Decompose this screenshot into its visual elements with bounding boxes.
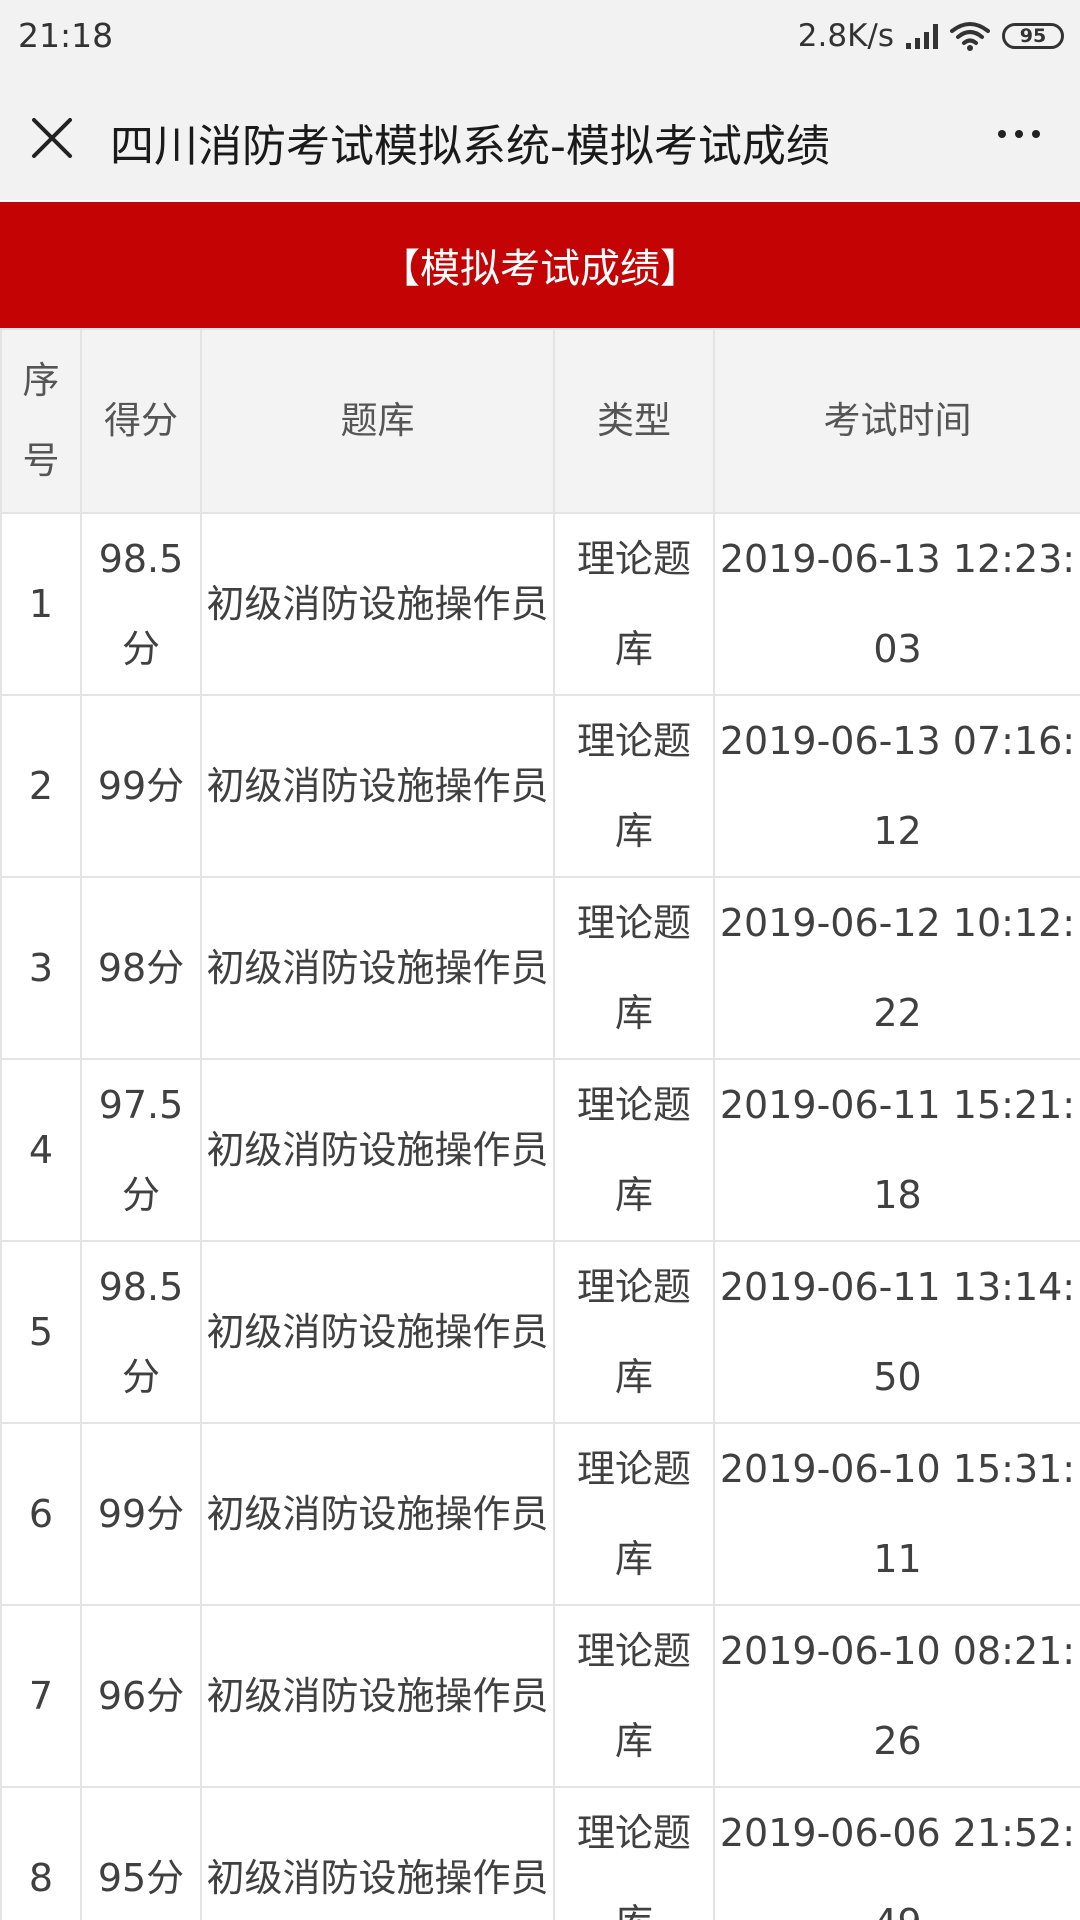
- status-bar: 21:18 2.8K/s 95: [0, 0, 1080, 76]
- cell-time: 2019-06-11 13:14:50: [713, 1240, 1080, 1424]
- cell-index: 8: [0, 1786, 82, 1920]
- cell-bank: 初级消防设施操作员: [200, 512, 555, 696]
- cell-type: 理论题库: [553, 1422, 715, 1606]
- cell-time: 2019-06-11 15:21:18: [713, 1058, 1080, 1242]
- cell-bank: 初级消防设施操作员: [200, 1786, 555, 1920]
- battery-icon: 95: [1002, 23, 1064, 49]
- cell-score: 99分: [80, 1422, 202, 1606]
- cell-score: 97.5分: [80, 1058, 202, 1242]
- cell-index: 7: [0, 1604, 82, 1788]
- wifi-icon: [950, 22, 990, 51]
- cell-bank: 初级消防设施操作员: [200, 876, 555, 1060]
- table-row: 8 95分 初级消防设施操作员 理论题库 2019-06-06 21:52:49: [0, 1786, 1080, 1920]
- table-row: 6 99分 初级消防设施操作员 理论题库 2019-06-10 15:31:11: [0, 1422, 1080, 1606]
- cell-type: 理论题库: [553, 1786, 715, 1920]
- cell-time: 2019-06-13 07:16:12: [713, 694, 1080, 878]
- cell-type: 理论题库: [553, 876, 715, 1060]
- cell-time: 2019-06-10 08:21:26: [713, 1604, 1080, 1788]
- cell-index: 6: [0, 1422, 82, 1606]
- status-icons: 2.8K/s 95: [798, 14, 1064, 58]
- cell-bank: 初级消防设施操作员: [200, 1240, 555, 1424]
- cell-time: 2019-06-12 10:12:22: [713, 876, 1080, 1060]
- close-icon[interactable]: [30, 116, 74, 160]
- cell-score: 96分: [80, 1604, 202, 1788]
- cell-index: 3: [0, 876, 82, 1060]
- cell-type: 理论题库: [553, 1240, 715, 1424]
- cell-bank: 初级消防设施操作员: [200, 694, 555, 878]
- cell-time: 2019-06-10 15:31:11: [713, 1422, 1080, 1606]
- page-title: 四川消防考试模拟系统-模拟考试成绩: [110, 121, 830, 172]
- results-table-container[interactable]: 序号 得分 题库 类型 考试时间 1 98.5分 初级消防设施操作员 理论题库 …: [0, 328, 1080, 1920]
- table-row: 5 98.5分 初级消防设施操作员 理论题库 2019-06-11 13:14:…: [0, 1240, 1080, 1424]
- cell-index: 4: [0, 1058, 82, 1242]
- cell-score: 98分: [80, 876, 202, 1060]
- header-type: 类型: [553, 328, 715, 514]
- cell-bank: 初级消防设施操作员: [200, 1604, 555, 1788]
- cell-time: 2019-06-13 12:23:03: [713, 512, 1080, 696]
- cell-score: 98.5分: [80, 1240, 202, 1424]
- cell-bank: 初级消防设施操作员: [200, 1422, 555, 1606]
- table-row: 2 99分 初级消防设施操作员 理论题库 2019-06-13 07:16:12: [0, 694, 1080, 878]
- cell-type: 理论题库: [553, 1604, 715, 1788]
- cell-score: 95分: [80, 1786, 202, 1920]
- cell-type: 理论题库: [553, 694, 715, 878]
- network-speed: 2.8K/s: [797, 18, 894, 54]
- results-table: 序号 得分 题库 类型 考试时间 1 98.5分 初级消防设施操作员 理论题库 …: [0, 328, 1080, 1920]
- title-bar: 四川消防考试模拟系统-模拟考试成绩: [0, 76, 1080, 200]
- cell-score: 98.5分: [80, 512, 202, 696]
- signal-icon: [906, 23, 938, 49]
- cell-time: 2019-06-06 21:52:49: [713, 1786, 1080, 1920]
- banner: 【模拟考试成绩】: [0, 202, 1080, 328]
- more-menu-icon[interactable]: [998, 130, 1040, 138]
- cell-index: 2: [0, 694, 82, 878]
- banner-title: 【模拟考试成绩】: [380, 246, 700, 292]
- status-time: 21:18: [18, 16, 114, 55]
- cell-index: 1: [0, 512, 82, 696]
- header-index: 序号: [0, 328, 82, 514]
- table-header-row: 序号 得分 题库 类型 考试时间: [0, 328, 1080, 514]
- cell-type: 理论题库: [553, 512, 715, 696]
- table-row: 3 98分 初级消防设施操作员 理论题库 2019-06-12 10:12:22: [0, 876, 1080, 1060]
- cell-score: 99分: [80, 694, 202, 878]
- header-bank: 题库: [200, 328, 555, 514]
- header-score: 得分: [80, 328, 202, 514]
- cell-type: 理论题库: [553, 1058, 715, 1242]
- cell-bank: 初级消防设施操作员: [200, 1058, 555, 1242]
- cell-index: 5: [0, 1240, 82, 1424]
- header-time: 考试时间: [713, 328, 1080, 514]
- table-row: 4 97.5分 初级消防设施操作员 理论题库 2019-06-11 15:21:…: [0, 1058, 1080, 1242]
- table-row: 7 96分 初级消防设施操作员 理论题库 2019-06-10 08:21:26: [0, 1604, 1080, 1788]
- table-row: 1 98.5分 初级消防设施操作员 理论题库 2019-06-13 12:23:…: [0, 512, 1080, 696]
